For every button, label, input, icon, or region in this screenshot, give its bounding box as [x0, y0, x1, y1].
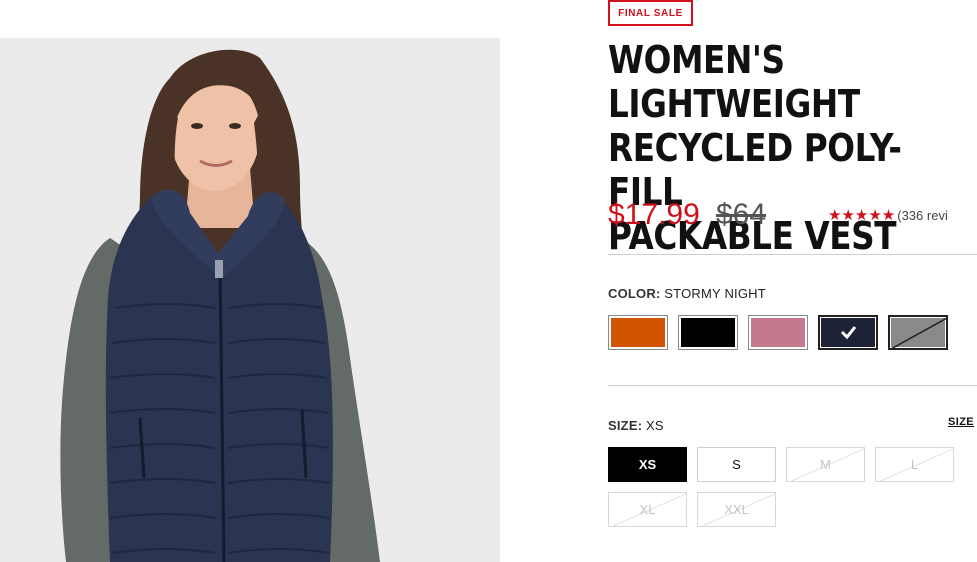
size-guide-link[interactable]: SIZE: [948, 416, 974, 428]
original-price: $64: [716, 198, 767, 231]
swatch-black-fill: [681, 318, 735, 347]
price-row: $17.99 $64 ★★★★★ (336 revi: [608, 196, 977, 236]
swatch-black[interactable]: [678, 315, 738, 350]
size-option-xxl[interactable]: XXL: [697, 492, 776, 527]
size-option-label: XXL: [724, 502, 749, 517]
divider: [608, 254, 977, 255]
swatch-grey-fill: [890, 317, 948, 350]
divider: [608, 385, 977, 386]
unavailable-strike-icon: [890, 317, 948, 350]
size-label-key: SIZE:: [608, 418, 643, 433]
swatch-stormy-night[interactable]: [818, 315, 878, 350]
swatch-grey-unavailable[interactable]: [888, 315, 948, 350]
size-option-label: M: [820, 457, 831, 472]
size-label: SIZE: XS: [608, 418, 664, 433]
size-option-m[interactable]: M: [786, 447, 865, 482]
swatch-orange-fill: [611, 318, 665, 347]
selected-size-value: XS: [646, 418, 664, 433]
size-option-label: XS: [638, 457, 657, 472]
size-option-l[interactable]: L: [875, 447, 954, 482]
swatch-rose-fill: [751, 318, 805, 347]
product-image[interactable]: [0, 38, 500, 562]
size-option-s[interactable]: S: [697, 447, 776, 482]
star-rating-icon: ★★★★★: [828, 207, 896, 224]
size-option-xs[interactable]: XS: [608, 447, 687, 482]
reviews-link[interactable]: (336 revi: [897, 208, 948, 223]
size-option-label: S: [732, 457, 741, 472]
swatch-orange[interactable]: [608, 315, 668, 350]
checkmark-icon: [840, 326, 857, 340]
swatch-rose[interactable]: [748, 315, 808, 350]
selected-color-name: STORMY NIGHT: [664, 286, 766, 301]
size-option-label: XL: [639, 502, 656, 517]
product-photo-illustration: [60, 49, 380, 562]
rating[interactable]: ★★★★★ (336 revi: [828, 206, 948, 224]
size-option-label: L: [910, 457, 919, 472]
color-label-key: COLOR:: [608, 286, 661, 301]
sale-price: $17.99: [608, 198, 700, 231]
final-sale-badge: FINAL SALE: [608, 0, 693, 26]
size-option-xl[interactable]: XL: [608, 492, 687, 527]
color-label: COLOR: STORMY NIGHT: [608, 286, 766, 301]
swatch-stormy-night-fill: [821, 318, 875, 347]
